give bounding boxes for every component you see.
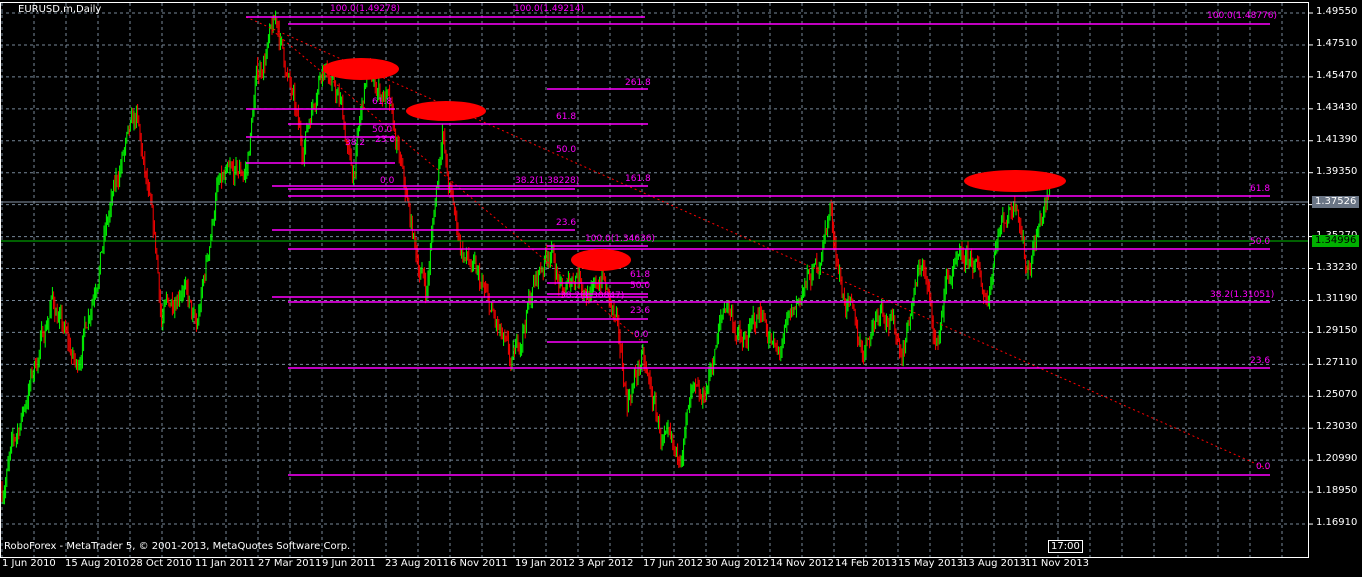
time-tick-label: 9 Jun 2011 [322,558,376,569]
time-tick-label: 14 Feb 2013 [835,558,898,569]
price-tick-label: 1.18950 [1316,485,1358,497]
fib-level-label: 100.0(1.49278) [330,4,401,14]
fib-level-label: 38.2(1.31051) [1210,290,1275,300]
price-tick-label: 1.25070 [1316,389,1358,401]
highlight-ellipse [323,58,399,80]
time-tick-label: 11 Nov 2013 [1025,558,1090,569]
price-tick-label: 1.27110 [1316,357,1358,369]
price-chart[interactable] [0,0,1362,577]
price-tick-label: 1.43430 [1316,101,1358,113]
time-tick-label: 30 Aug 2012 [705,558,770,569]
price-tick-label: 1.16910 [1316,517,1358,529]
fib-level-label: 61.8 [372,97,393,107]
copyright-text: RoboForex - MetaTrader 5, © 2001-2013, M… [4,541,351,552]
price-tick-label: 1.33230 [1316,261,1358,273]
time-tick-label: 11 Jan 2011 [195,558,255,569]
price-tick-label: 1.20990 [1316,453,1358,465]
highlight-ellipses [323,58,1066,271]
time-tick-label: 28 Oct 2010 [130,558,192,569]
fib-level-label: 0.0 [380,176,395,186]
fib-level-label: 261.8 [625,78,651,88]
fib-level-label: 23.6 [630,306,651,316]
fib-level-label: 100.0(1.49214) [514,4,585,14]
fib-level-label: 50.0 [372,125,393,135]
highlight-ellipse [406,101,486,121]
fib-level-label: 161.8 [625,174,651,184]
price-tick-label: 1.39350 [1316,165,1358,177]
time-tick-label: 14 Nov 2012 [770,558,835,569]
time-tick-label: 3 Apr 2012 [578,558,634,569]
fib-level-label: 0.0 [634,330,649,340]
grid [0,3,1313,557]
fib-level-label: 50.0 [1250,237,1271,247]
fib-level-label: 61.8 [556,112,577,122]
time-tick-label: 13 Aug 2013 [962,558,1027,569]
fib-level-label: 38.2 [345,138,366,148]
candles [0,10,1308,505]
fib-level-label: 61.8 [630,270,651,280]
price-tick-label: 1.23030 [1316,421,1358,433]
time-tick-label: 1 Jun 2010 [2,558,56,569]
time-tick-label: 19 Jan 2012 [515,558,575,569]
fib-level-label: 50.0 [630,281,651,291]
price-tick-label: 1.29150 [1316,325,1358,337]
fib-level-label: 50.0 [556,145,577,155]
price-tick-label: 1.41390 [1316,133,1358,145]
fib-level-label: 23.6 [1250,356,1271,366]
fib-level-label: 38.2(1.38228) [515,176,580,186]
highlight-ellipse [571,249,631,271]
time-tick-label: 23 Aug 2011 [385,558,450,569]
time-tick-label: 15 May 2013 [898,558,964,569]
time-tick-label: 15 Aug 2010 [65,558,130,569]
time-tick-label: 27 Mar 2011 [258,558,322,569]
fibonacci-objects[interactable] [245,16,1271,476]
time-marker: 17:00 [1048,540,1083,553]
price-tick-label: 1.47510 [1316,37,1358,49]
trendline[interactable] [245,16,1271,471]
time-tick-label: 17 Jun 2012 [643,558,704,569]
bid-price-label: 1.37526 [1312,196,1360,208]
fib-level-label: 23.6 [556,218,577,228]
ask-price-label: 1.34996 [1312,235,1360,247]
fib-level-label: 0.0 [1256,462,1271,472]
highlight-ellipse [964,170,1066,192]
fib-level-label: 38.2(1.30847) [560,291,625,301]
fib-level-label: 100.0(1.48776) [1207,11,1278,21]
fib-level-label: 61.8 [1250,184,1271,194]
price-tick-label: 1.49550 [1316,6,1358,17]
price-tick-label: 1.31190 [1316,293,1358,305]
chart-title: EURUSD.m,Daily [18,4,102,15]
price-tick-label: 1.45470 [1316,69,1358,81]
time-tick-label: 6 Nov 2011 [450,558,508,569]
fib-level-label: 23.6 [375,135,396,145]
fib-level-label: 100.0(1.34636) [585,234,656,244]
